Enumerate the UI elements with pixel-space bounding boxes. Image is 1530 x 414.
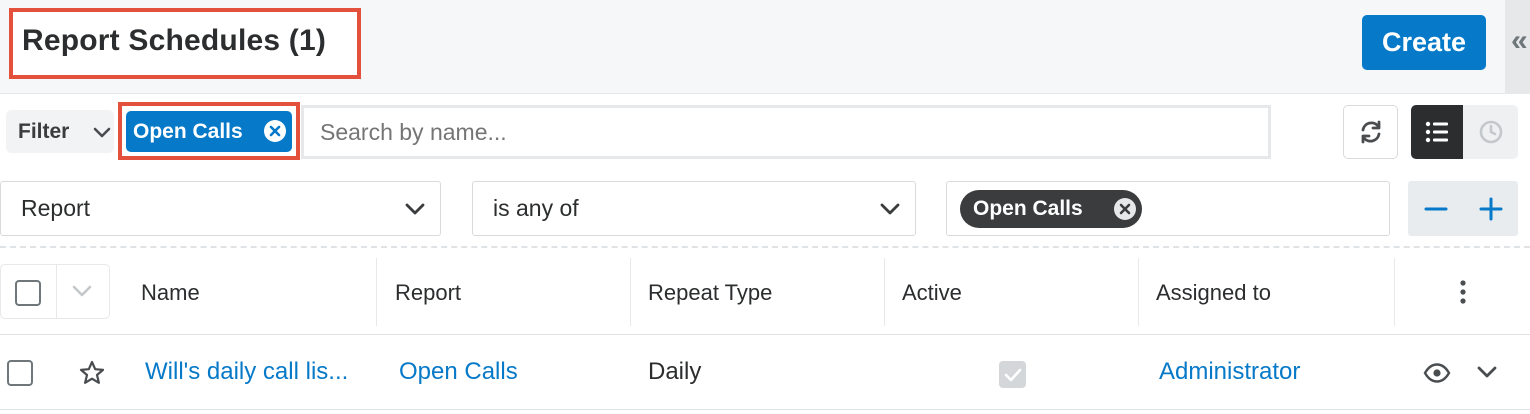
create-button[interactable]: Create (1362, 15, 1486, 70)
active-filter-chip-label: Open Calls (133, 119, 243, 143)
mass-select-control (0, 264, 110, 319)
select-all-checkbox[interactable] (15, 280, 41, 306)
chevron-down-icon (404, 199, 426, 219)
column-resizer[interactable] (1394, 258, 1395, 326)
column-resizer[interactable] (630, 258, 631, 326)
filter-value-input[interactable]: Open Calls (946, 181, 1390, 236)
column-header-active[interactable]: Active (902, 280, 962, 306)
page-title: Report Schedules (1) (22, 24, 327, 57)
filter-operator-select[interactable]: is any of (472, 181, 916, 236)
filter-field-select[interactable]: Report (0, 181, 441, 236)
remove-filter-row-button[interactable] (1408, 181, 1463, 236)
column-header-report[interactable]: Report (395, 280, 461, 306)
row-actions-chevron-icon[interactable] (1476, 362, 1498, 382)
column-header-name[interactable]: Name (141, 280, 200, 306)
active-filter-chip[interactable]: Open Calls (126, 111, 292, 152)
mass-actions-chevron-icon[interactable] (71, 281, 93, 301)
record-name-link[interactable]: Will's daily call lis... (145, 358, 348, 386)
filter-dropdown-button[interactable]: Filter (6, 110, 114, 153)
remove-filter-icon[interactable] (262, 118, 288, 144)
column-resizer[interactable] (1138, 258, 1139, 326)
chevron-down-icon (879, 199, 901, 219)
list-view-button[interactable] (1411, 105, 1463, 159)
activity-stream-button[interactable] (1463, 105, 1518, 159)
remove-value-icon[interactable] (1113, 197, 1137, 221)
column-resizer[interactable] (884, 258, 885, 326)
filter-field-value: Report (21, 195, 91, 221)
preview-eye-icon[interactable] (1423, 361, 1451, 385)
list-view-icon (1424, 120, 1450, 144)
active-checkbox (999, 361, 1026, 388)
plus-icon (1478, 196, 1504, 222)
chevron-down-icon (92, 122, 112, 142)
collapse-sidebar-icon[interactable]: « (1511, 26, 1528, 56)
minus-icon (1423, 196, 1449, 222)
search-input[interactable] (301, 105, 1271, 159)
row-divider (0, 409, 1530, 410)
filter-panel-divider (0, 246, 1530, 248)
column-resizer[interactable] (376, 258, 377, 326)
filter-label: Filter (18, 119, 70, 143)
filter-row-controls (1408, 181, 1518, 236)
header-divider (0, 93, 1530, 94)
refresh-button[interactable] (1343, 105, 1398, 159)
repeat-type-value: Daily (648, 358, 702, 385)
filter-operator-value: is any of (493, 195, 579, 221)
filter-value-pill-label: Open Calls (973, 196, 1083, 220)
column-options-icon[interactable] (1453, 279, 1473, 305)
filter-value-pill: Open Calls (960, 189, 1142, 228)
report-link[interactable]: Open Calls (399, 358, 518, 386)
add-filter-row-button[interactable] (1463, 181, 1518, 236)
refresh-icon (1357, 118, 1385, 146)
clock-icon (1478, 119, 1504, 145)
assigned-user-link[interactable]: Administrator (1159, 358, 1300, 386)
column-header-assigned-to[interactable]: Assigned to (1156, 280, 1271, 306)
mass-select-divider (56, 265, 57, 318)
favorite-star-icon[interactable] (78, 359, 106, 387)
column-header-repeat-type[interactable]: Repeat Type (648, 280, 772, 306)
row-select-checkbox[interactable] (7, 360, 33, 386)
